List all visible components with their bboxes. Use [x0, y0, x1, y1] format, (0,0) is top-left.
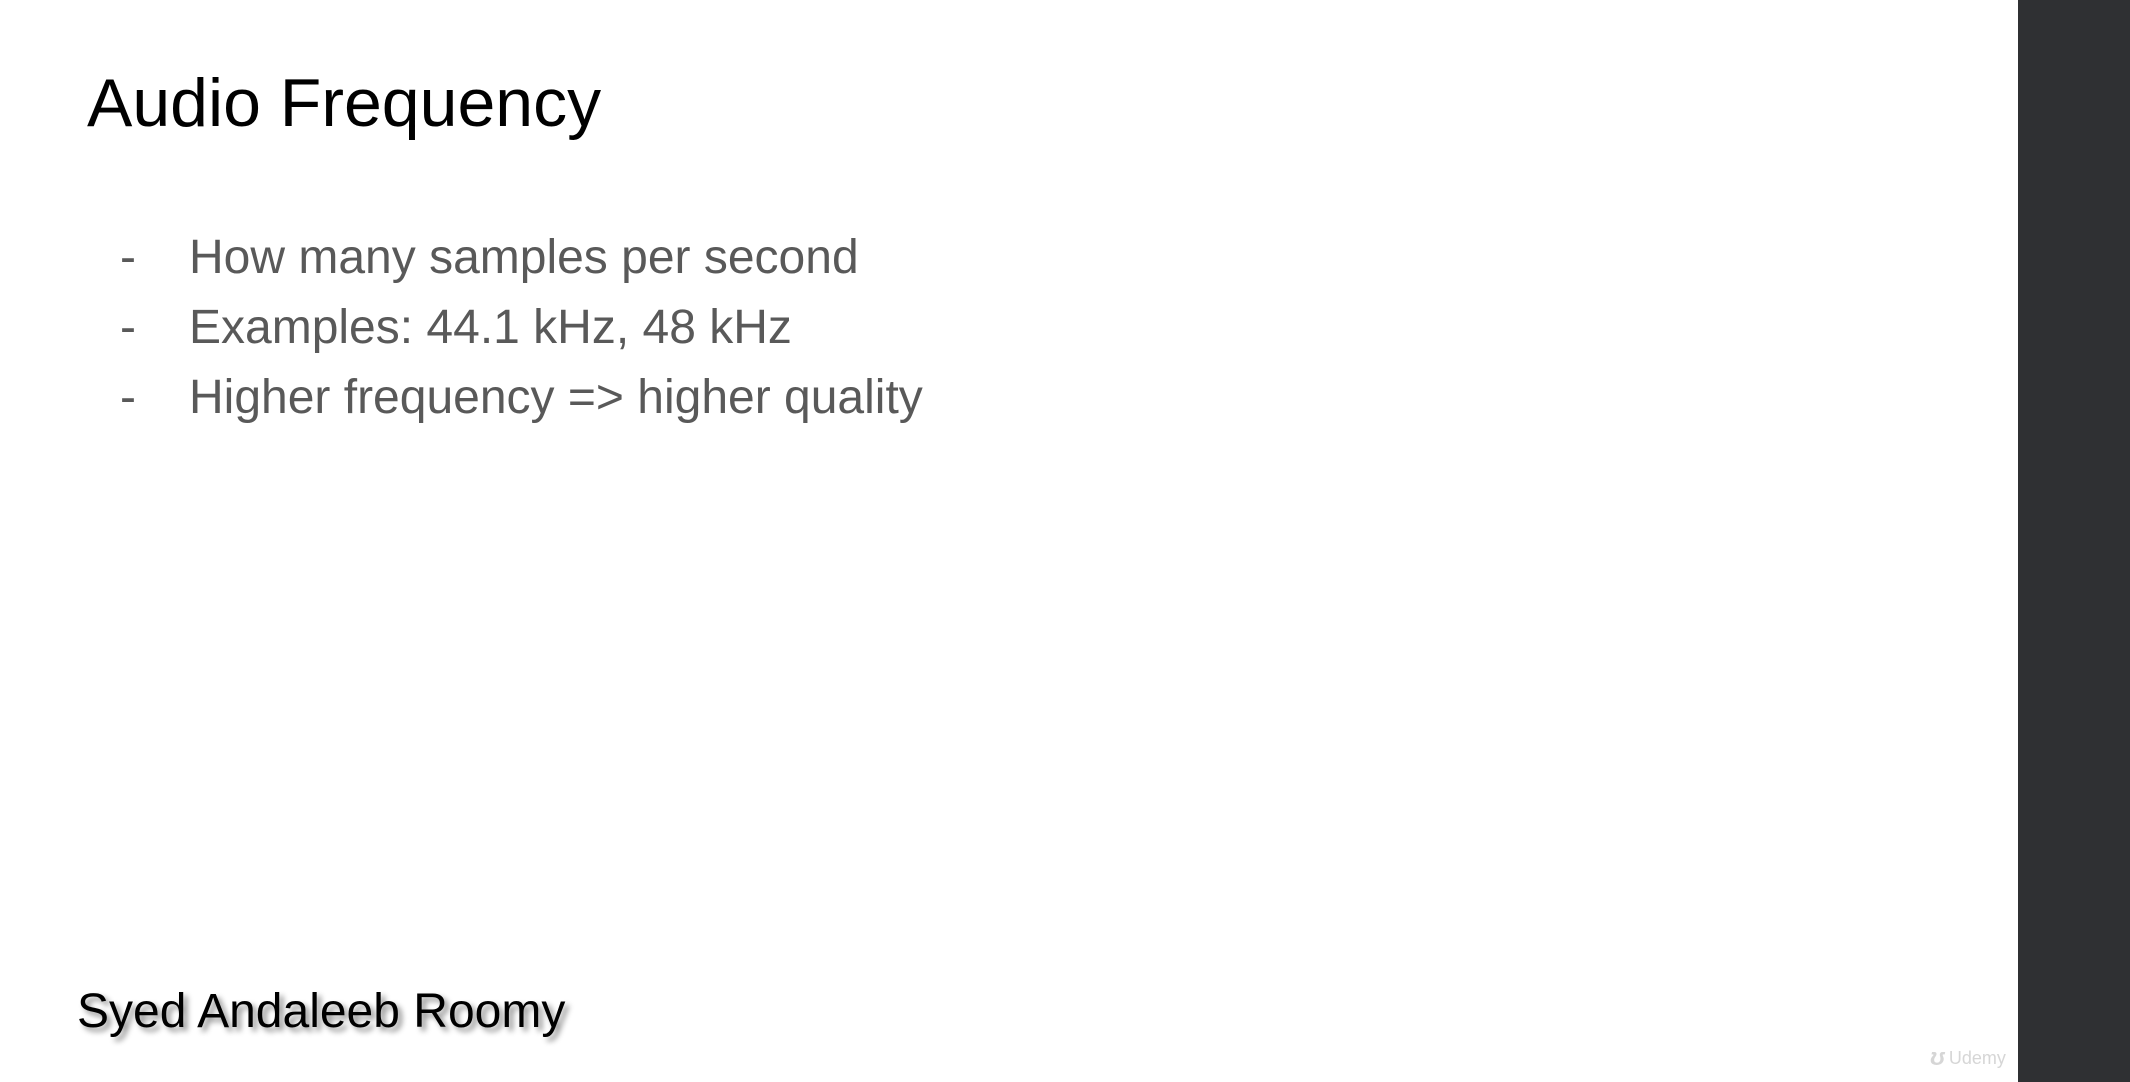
bullet-dash: - — [120, 300, 136, 354]
bullet-dash: - — [120, 370, 136, 424]
video-viewport: Audio Frequency - How many samples per s… — [0, 0, 2130, 1082]
author-name: Syed Andaleeb Roomy — [77, 985, 566, 1038]
bullet-item: - How many samples per second — [120, 222, 923, 292]
presentation-slide: Audio Frequency - How many samples per s… — [0, 0, 2018, 1082]
bullet-item: - Examples: 44.1 kHz, 48 kHz — [120, 292, 923, 362]
bullet-dash: - — [120, 230, 136, 284]
bullet-list: - How many samples per second - Examples… — [120, 222, 923, 432]
dark-side-panel — [2018, 0, 2130, 1082]
bullet-item: - Higher frequency => higher quality — [120, 362, 923, 432]
bullet-text: Higher frequency => higher quality — [189, 370, 923, 424]
udemy-watermark: ʊ Udemy — [1930, 1044, 2006, 1072]
bullet-text: How many samples per second — [189, 230, 859, 284]
slide-title: Audio Frequency — [87, 65, 602, 141]
bullet-text: Examples: 44.1 kHz, 48 kHz — [189, 300, 792, 354]
watermark-text: Udemy — [1948, 1047, 2006, 1068]
udemy-logo-icon: ʊ — [1930, 1044, 1945, 1071]
